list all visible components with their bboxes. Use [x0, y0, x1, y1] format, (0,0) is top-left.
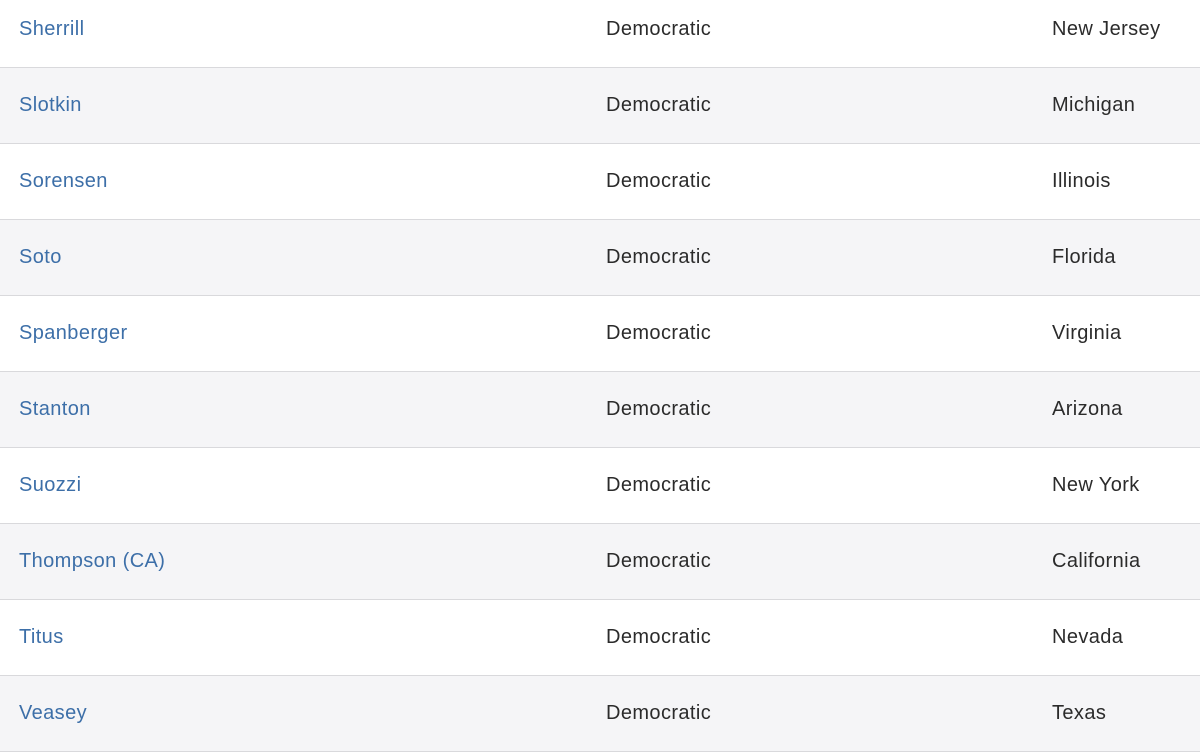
member-name-link[interactable]: Stanton: [0, 398, 606, 421]
state-cell: New York: [1052, 474, 1140, 496]
table-row: Titus Democratic Nevada: [0, 600, 1200, 676]
state-cell: Virginia: [1052, 322, 1122, 344]
state-cell: Michigan: [1052, 94, 1136, 116]
party-cell: Democratic: [606, 94, 712, 116]
party-cell: Democratic: [606, 170, 712, 192]
member-name-link[interactable]: Soto: [0, 246, 606, 269]
state-cell: New Jersey: [1052, 18, 1161, 40]
member-name-link[interactable]: Slotkin: [0, 94, 606, 117]
table-row: Sherrill Democratic New Jersey: [0, 0, 1200, 68]
party-cell: Democratic: [606, 398, 712, 420]
table-row: Sorensen Democratic Illinois: [0, 144, 1200, 220]
table-row: Suozzi Democratic New York: [0, 448, 1200, 524]
party-cell: Democratic: [606, 474, 712, 496]
state-cell: Texas: [1052, 702, 1107, 724]
state-cell: Nevada: [1052, 626, 1124, 648]
member-name-link[interactable]: Thompson (CA): [0, 550, 606, 573]
member-name-link[interactable]: Titus: [0, 626, 606, 649]
table-row: Thompson (CA) Democratic California: [0, 524, 1200, 600]
party-cell: Democratic: [606, 18, 712, 40]
member-name-link[interactable]: Suozzi: [0, 474, 606, 497]
table-row: Veasey Democratic Texas: [0, 676, 1200, 752]
members-table: Sherrill Democratic New Jersey Slotkin D…: [0, 0, 1200, 752]
table-row: Soto Democratic Florida: [0, 220, 1200, 296]
table-row: Stanton Democratic Arizona: [0, 372, 1200, 448]
state-cell: California: [1052, 550, 1141, 572]
table-row: Spanberger Democratic Virginia: [0, 296, 1200, 372]
state-cell: Arizona: [1052, 398, 1123, 420]
member-name-link[interactable]: Spanberger: [0, 322, 606, 345]
party-cell: Democratic: [606, 626, 712, 648]
party-cell: Democratic: [606, 702, 712, 724]
party-cell: Democratic: [606, 550, 712, 572]
member-name-link[interactable]: Sorensen: [0, 170, 606, 193]
member-name-link[interactable]: Veasey: [0, 702, 606, 725]
state-cell: Illinois: [1052, 170, 1111, 192]
member-name-link[interactable]: Sherrill: [0, 18, 606, 41]
party-cell: Democratic: [606, 322, 712, 344]
state-cell: Florida: [1052, 246, 1116, 268]
party-cell: Democratic: [606, 246, 712, 268]
table-row: Slotkin Democratic Michigan: [0, 68, 1200, 144]
